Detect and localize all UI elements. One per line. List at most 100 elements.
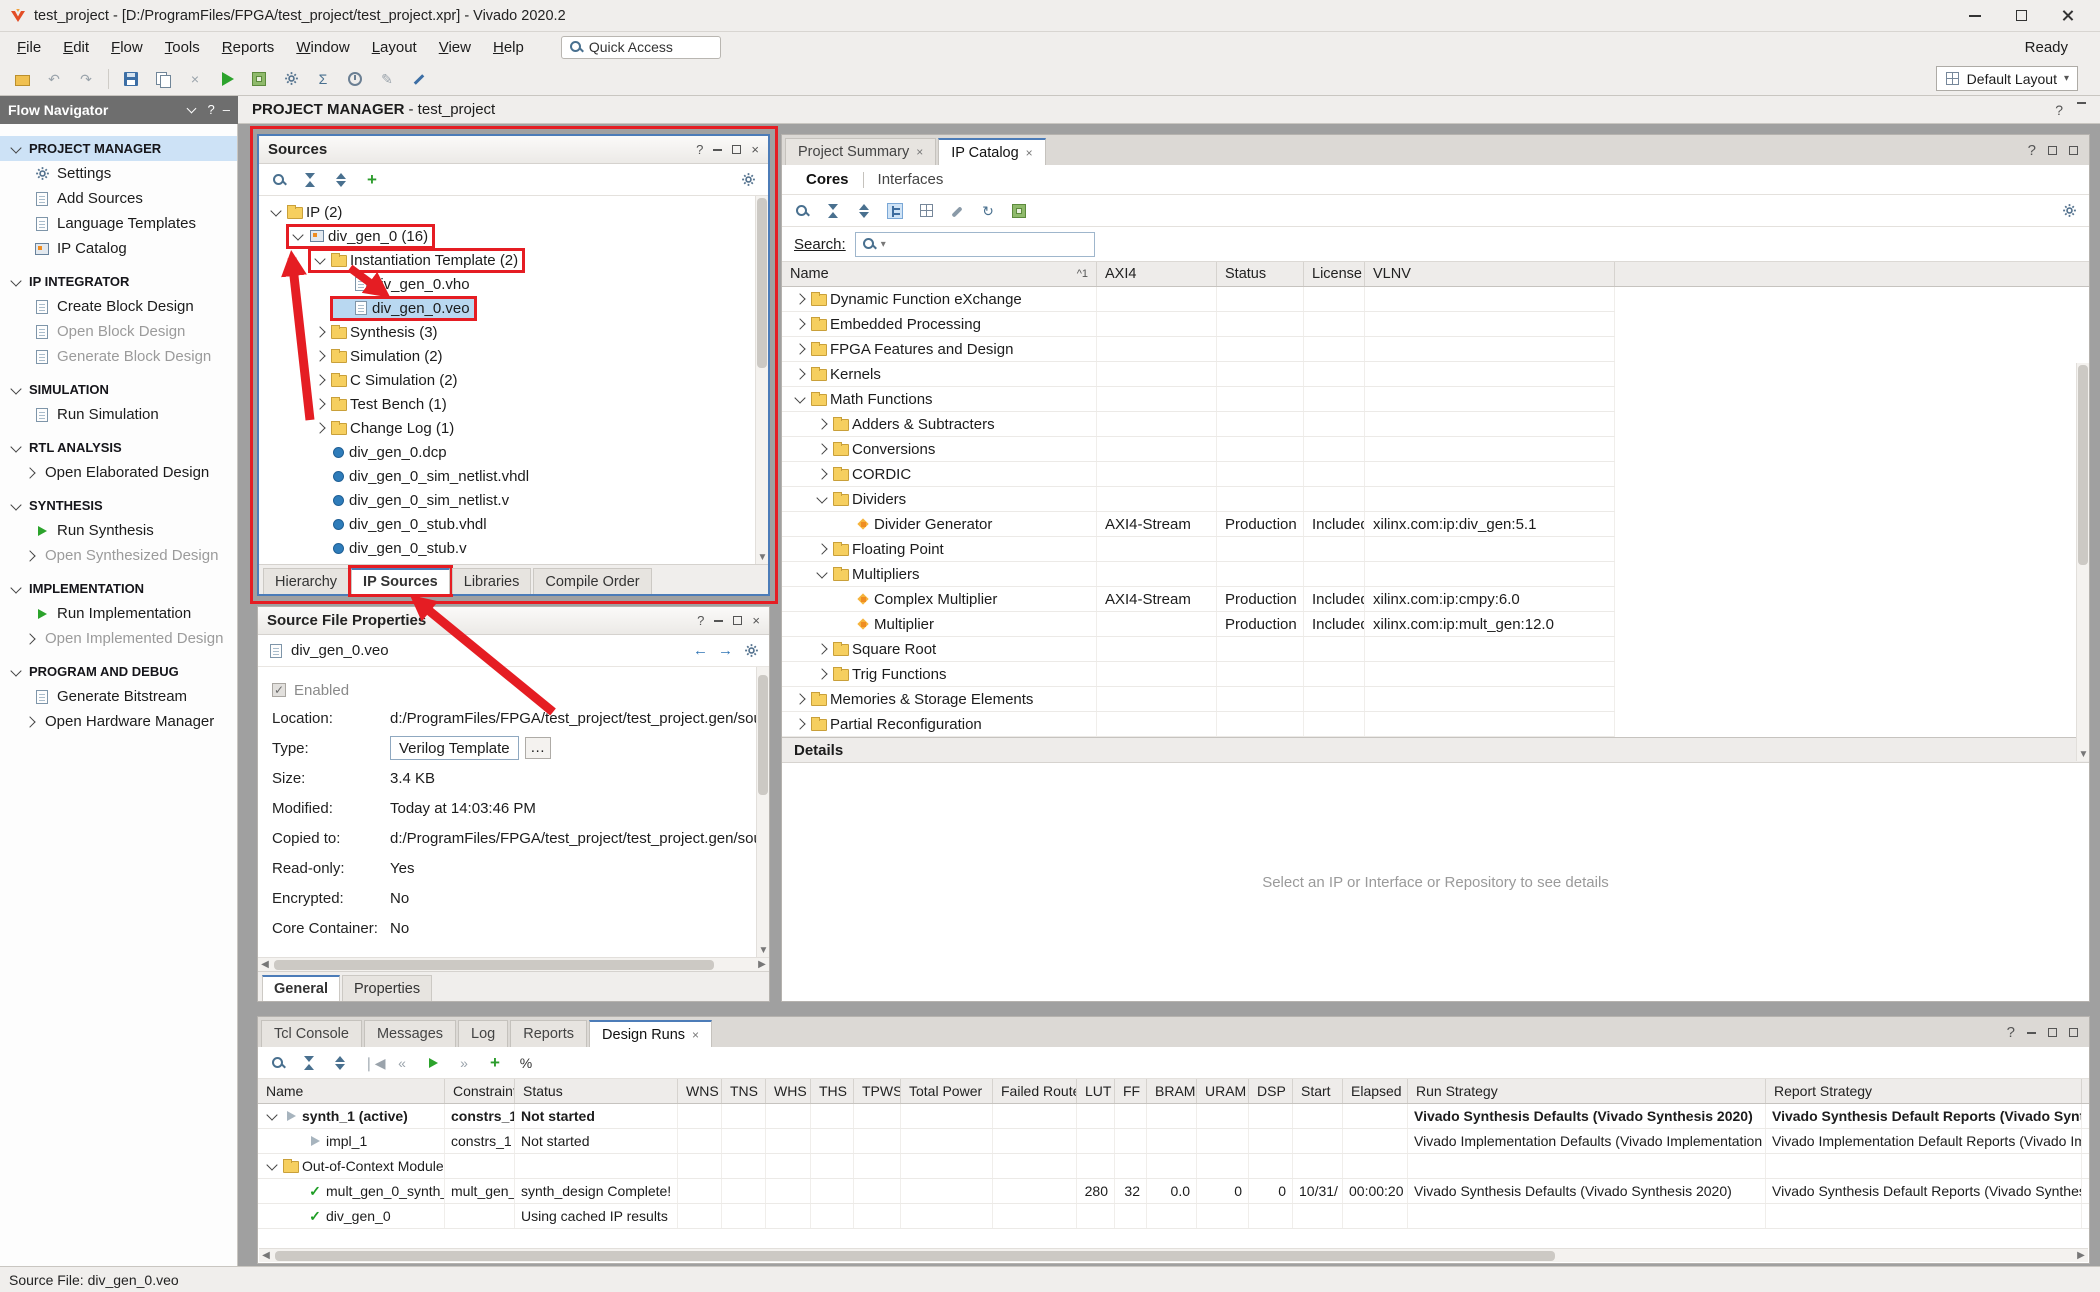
column-header-run-strategy[interactable]: Run Strategy — [1408, 1079, 1766, 1103]
source-tree-item-instantiation-template-2[interactable]: Instantiation Template (2) — [259, 248, 768, 272]
expander-icon[interactable] — [312, 420, 328, 436]
collapse-all-icon[interactable] — [184, 102, 200, 118]
source-tree-item-simulation-2[interactable]: Simulation (2) — [259, 344, 768, 368]
column-header-start[interactable]: Start — [1293, 1079, 1343, 1103]
delete-button[interactable]: × — [181, 65, 209, 93]
help-icon[interactable]: ? — [697, 613, 704, 628]
menu-edit[interactable]: Edit — [52, 35, 100, 60]
expander-icon[interactable] — [814, 441, 830, 457]
expander-icon[interactable] — [814, 541, 830, 557]
help-icon[interactable]: ? — [2028, 142, 2036, 159]
tree-node[interactable]: Test Bench (1) — [311, 395, 451, 414]
run-row-mult-gen-0-synth-1[interactable]: ✓mult_gen_0_synth_1mult_gen_0synth_desig… — [258, 1179, 2089, 1204]
expander-icon[interactable] — [312, 396, 328, 412]
source-tree-item-div-gen-0-sim-netlist-v[interactable]: div_gen_0_sim_netlist.v — [259, 488, 768, 512]
expander-icon[interactable] — [814, 416, 830, 432]
details-header[interactable]: Details — [782, 737, 2089, 763]
catalog-row-conversions[interactable]: Conversions — [782, 437, 1615, 462]
probe-button[interactable] — [405, 65, 433, 93]
column-header-constraints[interactable]: Constraints — [445, 1079, 515, 1103]
source-tree-item-div-gen-0-sim-netlist-vhdl[interactable]: div_gen_0_sim_netlist.vhdl — [259, 464, 768, 488]
vertical-scrollbar[interactable]: ▼ — [756, 667, 769, 957]
edit-button[interactable]: ✎ — [373, 65, 401, 93]
settings-gear-icon[interactable] — [743, 643, 759, 659]
column-header-elapsed[interactable]: Elapsed — [1343, 1079, 1408, 1103]
catalog-row-cordic[interactable]: CORDIC — [782, 462, 1615, 487]
column-header-name[interactable]: Name^1 — [782, 262, 1097, 286]
column-header-ths[interactable]: THS — [811, 1079, 854, 1103]
sigma-button[interactable]: Σ — [309, 65, 337, 93]
expander-icon[interactable] — [312, 372, 328, 388]
tree-node[interactable]: div_gen_0.dcp — [311, 443, 451, 462]
search-icon[interactable] — [794, 203, 810, 219]
column-header-total-power[interactable]: Total Power — [901, 1079, 993, 1103]
scrollbar-thumb[interactable] — [275, 1251, 1555, 1261]
expander-icon[interactable] — [792, 291, 808, 307]
float-icon[interactable] — [2048, 1028, 2057, 1037]
run-icon[interactable] — [425, 1055, 441, 1071]
maximize-button[interactable] — [1998, 1, 2044, 31]
flow-section-simulation[interactable]: SIMULATION — [0, 377, 237, 402]
type-combo[interactable]: Verilog Template — [390, 736, 519, 760]
open-project-button[interactable] — [8, 65, 36, 93]
tab-tcl-console[interactable]: Tcl Console — [261, 1020, 362, 1047]
tree-node[interactable]: div_gen_0_stub.vhdl — [311, 515, 491, 534]
horizontal-scrollbar[interactable]: ◀ ▶ — [258, 957, 769, 971]
column-header-tpws[interactable]: TPWS — [854, 1079, 901, 1103]
help-icon[interactable]: ? — [208, 102, 215, 118]
column-header-status[interactable]: Status — [515, 1079, 678, 1103]
expander-icon[interactable] — [814, 566, 830, 582]
close-tab-icon[interactable]: × — [1026, 146, 1033, 160]
redo-button[interactable]: ↷ — [72, 65, 100, 93]
flow-item-open-synthesized-design[interactable]: Open Synthesized Design — [0, 543, 237, 568]
tab-project-summary[interactable]: Project Summary× — [785, 138, 936, 165]
flow-section-program-and-debug[interactable]: PROGRAM AND DEBUG — [0, 659, 237, 684]
column-header-bram[interactable]: BRAM — [1147, 1079, 1197, 1103]
menu-layout[interactable]: Layout — [361, 35, 428, 60]
catalog-row-kernels[interactable]: Kernels — [782, 362, 1615, 387]
flow-item-add-sources[interactable]: Add Sources — [0, 186, 237, 211]
float-icon[interactable] — [2048, 146, 2057, 155]
tab-ip-catalog[interactable]: IP Catalog× — [938, 138, 1045, 165]
create-run-icon[interactable]: + — [487, 1055, 503, 1071]
scrollbar-thumb[interactable] — [274, 960, 714, 970]
tab-hierarchy[interactable]: Hierarchy — [263, 568, 349, 594]
catalog-row-math-functions[interactable]: Math Functions — [782, 387, 1615, 412]
expander-icon[interactable] — [814, 641, 830, 657]
scroll-left-icon[interactable]: ◀ — [259, 1249, 273, 1263]
group-view-icon[interactable] — [920, 204, 933, 217]
scroll-down-icon[interactable]: ▼ — [2077, 748, 2090, 761]
column-header-vlnv[interactable]: VLNV — [1365, 262, 1615, 286]
flow-item-run-synthesis[interactable]: Run Synthesis — [0, 518, 237, 543]
expander-icon[interactable] — [792, 691, 808, 707]
tab-reports[interactable]: Reports — [510, 1020, 587, 1047]
horizontal-scrollbar[interactable]: ◀ ▶ — [259, 1248, 2088, 1262]
save-button[interactable] — [117, 65, 145, 93]
menu-file[interactable]: File — [6, 35, 52, 60]
expander-icon[interactable] — [814, 466, 830, 482]
menu-help[interactable]: Help — [482, 35, 535, 60]
expand-all-icon[interactable] — [856, 203, 872, 219]
tree-node[interactable]: C Simulation (2) — [311, 371, 462, 390]
undo-button[interactable]: ↶ — [40, 65, 68, 93]
source-tree-item-ip-2[interactable]: IP (2) — [259, 200, 768, 224]
close-tab-icon[interactable]: × — [692, 1028, 699, 1042]
tab-compile-order[interactable]: Compile Order — [533, 568, 651, 594]
catalog-row-memories-storage-elements[interactable]: Memories & Storage Elements — [782, 687, 1615, 712]
catalog-row-square-root[interactable]: Square Root — [782, 637, 1615, 662]
column-header-failed-routes[interactable]: Failed Routes — [993, 1079, 1077, 1103]
tree-node[interactable]: div_gen_0_sim_netlist.vhdl — [311, 467, 533, 486]
catalog-row-floating-point[interactable]: Floating Point — [782, 537, 1615, 562]
close-icon[interactable]: × — [752, 613, 760, 628]
source-tree-item-c-simulation-2[interactable]: C Simulation (2) — [259, 368, 768, 392]
timing-button[interactable] — [341, 65, 369, 93]
expander-icon[interactable] — [792, 716, 808, 732]
collapse-all-icon[interactable] — [302, 172, 318, 188]
tree-node[interactable]: div_gen_0 (16) — [289, 227, 432, 246]
expander-icon[interactable] — [264, 1158, 280, 1174]
expand-all-icon[interactable] — [332, 1055, 348, 1071]
flow-section-ip-integrator[interactable]: IP INTEGRATOR — [0, 269, 237, 294]
flow-item-run-implementation[interactable]: Run Implementation — [0, 601, 237, 626]
column-header-uram[interactable]: URAM — [1197, 1079, 1249, 1103]
source-tree-item-div-gen-0-veo[interactable]: div_gen_0.veo — [259, 296, 768, 320]
